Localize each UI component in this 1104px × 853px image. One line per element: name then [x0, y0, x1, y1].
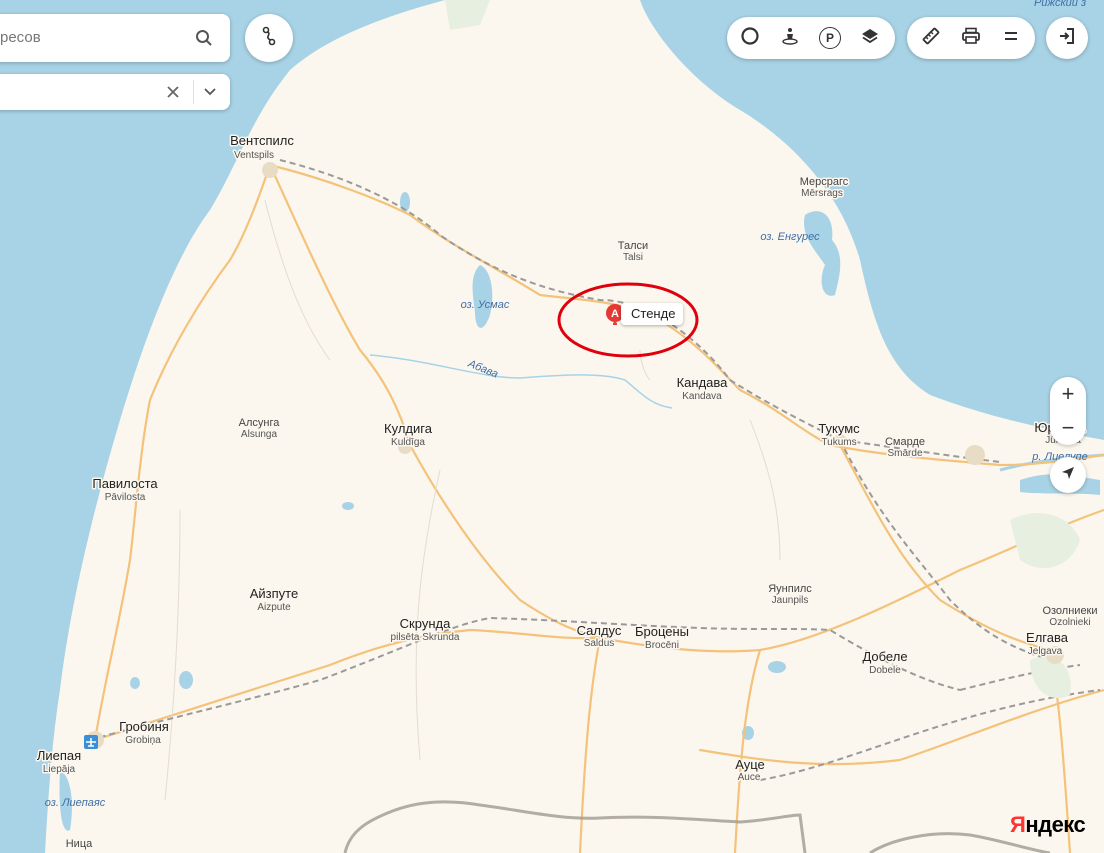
- zoom-out-button[interactable]: −: [1050, 411, 1086, 445]
- search-input[interactable]: ресов: [0, 29, 41, 46]
- city-sublabel: Ozolnieki: [1049, 617, 1090, 628]
- clear-icon[interactable]: [163, 82, 183, 102]
- city-sublabel: Saldus: [584, 638, 615, 649]
- city-sublabel: Talsi: [623, 252, 643, 263]
- city-label: Озолниеки: [1042, 605, 1097, 617]
- layers-toolbar: P: [727, 17, 895, 59]
- tools-toolbar: [907, 17, 1035, 59]
- water-label: Рижский з: [1034, 0, 1086, 9]
- city-sublabel: Smārde: [887, 448, 922, 459]
- traffic-icon: [740, 26, 760, 51]
- city-sublabel: Alsunga: [241, 429, 278, 440]
- city-label: Талси: [618, 240, 648, 252]
- marker-letter: A: [611, 308, 619, 320]
- city-label: Павилоста: [92, 476, 158, 491]
- city-label: Мерсрагс: [800, 176, 849, 188]
- city-sublabel: Kandava: [682, 391, 722, 402]
- city-sublabel: Mērsrags: [801, 188, 843, 199]
- menu-button[interactable]: [991, 17, 1031, 59]
- lake-small-4: [130, 677, 140, 689]
- marker-label[interactable]: Стенде: [621, 303, 684, 325]
- divider: [193, 80, 194, 104]
- city-label: Лиепая: [37, 748, 81, 763]
- city-label: Яунпилс: [768, 583, 812, 595]
- login-icon: [1057, 26, 1077, 51]
- water-label: оз. Лиепаяс: [45, 797, 106, 809]
- city-label: Броцены: [635, 624, 689, 639]
- city-label: Вентспилс: [230, 133, 294, 148]
- city-label: Кандава: [677, 375, 729, 390]
- water-label: оз. Усмас: [461, 299, 510, 311]
- city-sublabel: Dobele: [869, 665, 901, 676]
- panorama-icon: [780, 26, 800, 51]
- layers-button[interactable]: [850, 17, 890, 59]
- print-icon: [961, 26, 981, 51]
- city-label: Смарде: [885, 436, 925, 448]
- zoom-control: + −: [1050, 377, 1086, 445]
- search-panel: ресов: [0, 14, 230, 62]
- city-sublabel: Aizpute: [257, 602, 291, 613]
- menu-icon: [1003, 29, 1019, 47]
- city-label: Ница: [66, 838, 93, 850]
- ruler-button[interactable]: [911, 17, 951, 59]
- route-icon: [258, 25, 280, 52]
- city-sublabel: Jaunpils: [772, 595, 809, 606]
- city-sublabel: Grobiņa: [125, 735, 161, 746]
- city-label: Елгава: [1026, 630, 1069, 645]
- city-label: Айзпуте: [250, 586, 298, 601]
- lake-small-5: [768, 661, 786, 673]
- city-sublabel: Auce: [738, 772, 761, 783]
- parking-icon: P: [819, 27, 841, 49]
- route-panel: [0, 74, 230, 110]
- yandex-logo[interactable]: Яндекс: [1010, 812, 1086, 838]
- city-sublabel: Jelgava: [1028, 646, 1063, 657]
- traffic-button[interactable]: [730, 17, 770, 59]
- login-button[interactable]: [1046, 17, 1088, 59]
- city-sublabel: Kuldīga: [391, 437, 425, 448]
- water-label: оз. Енгурес: [760, 231, 820, 243]
- logo-rest: ндекс: [1025, 812, 1086, 837]
- city-label: Салдус: [577, 623, 622, 638]
- panorama-button[interactable]: [770, 17, 810, 59]
- city-label: Ауце: [735, 757, 765, 772]
- city-label: Алсунга: [239, 417, 281, 429]
- city-label: Гробиня: [119, 719, 169, 734]
- lake-small-2: [342, 502, 354, 510]
- location-arrow-icon: [1061, 466, 1075, 485]
- parking-button[interactable]: P: [810, 17, 850, 59]
- city-sublabel: Liepāja: [43, 764, 76, 775]
- city-label: Кулдига: [384, 421, 433, 436]
- city-sublabel: Ventspils: [234, 150, 274, 161]
- city-label: Тукумс: [818, 421, 860, 436]
- city-sublabel: Pāvilosta: [105, 492, 146, 503]
- print-button[interactable]: [951, 17, 991, 59]
- city-sublabel: Tukums: [821, 437, 856, 448]
- city-sublabel: pilsēta Skrunda: [391, 632, 460, 643]
- city-sublabel: Brocēni: [645, 640, 679, 651]
- search-icon[interactable]: [192, 26, 216, 50]
- lake-small-3: [179, 671, 193, 689]
- route-button[interactable]: [245, 14, 293, 62]
- city-label: Добеле: [862, 649, 907, 664]
- airport-icon[interactable]: [84, 735, 98, 749]
- layers-icon: [860, 26, 880, 51]
- map-canvas[interactable]: Вентспилс Ventspils Мерсрагс Mērsrags Та…: [0, 0, 1104, 853]
- ruler-icon: [921, 26, 941, 51]
- chevron-down-icon[interactable]: [200, 82, 220, 102]
- city-label: Скрунда: [400, 616, 451, 631]
- logo-first-letter: Я: [1010, 812, 1026, 837]
- geolocation-button[interactable]: [1050, 457, 1086, 493]
- zoom-in-button[interactable]: +: [1050, 377, 1086, 411]
